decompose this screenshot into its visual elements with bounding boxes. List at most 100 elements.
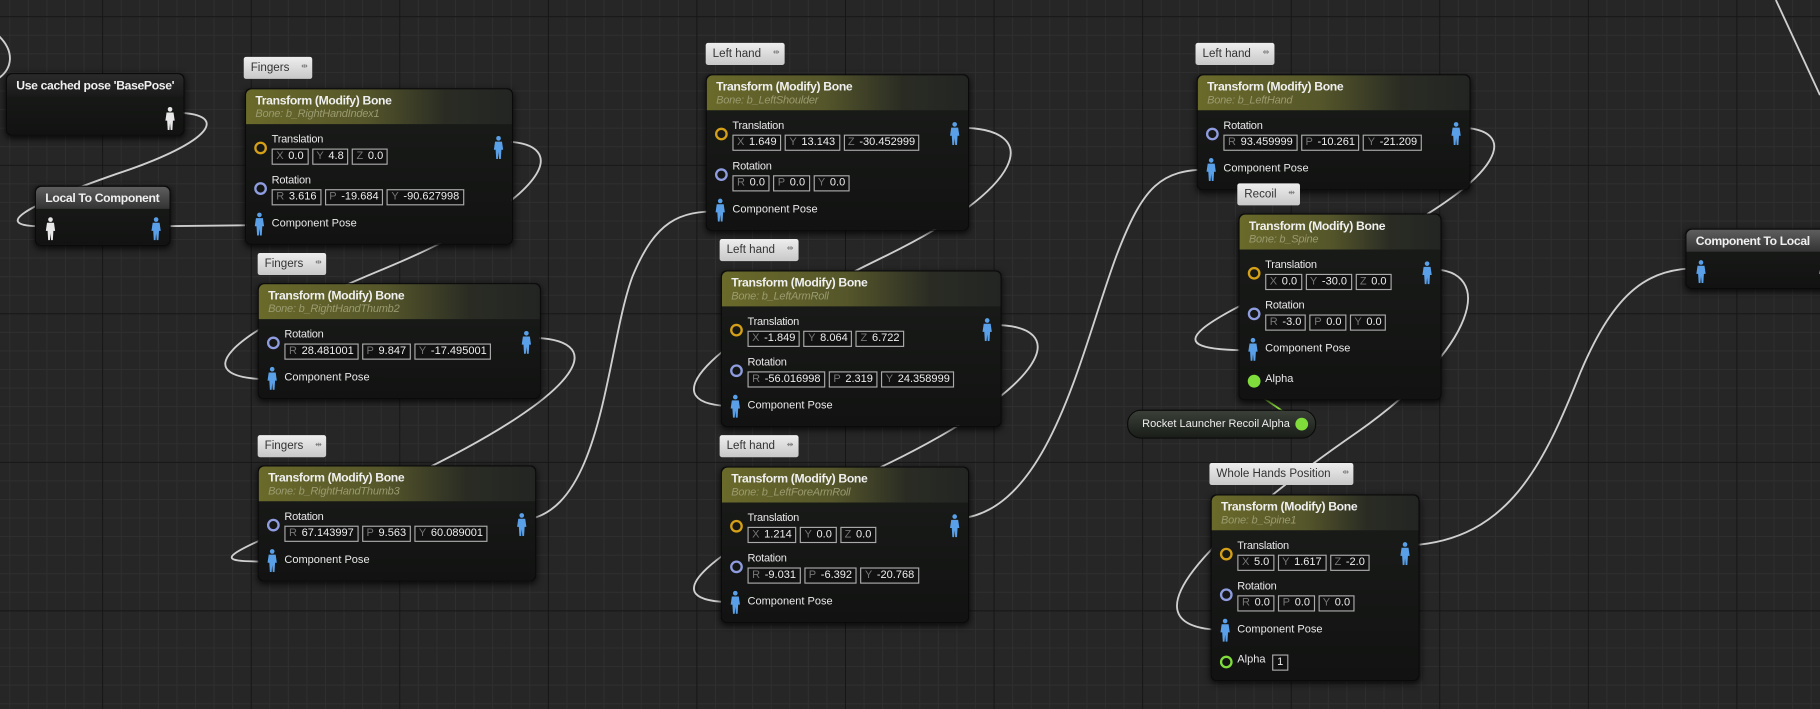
output-pose-pin-icon[interactable] <box>493 135 504 159</box>
rocket-launcher-recoil-alpha-variable[interactable]: Rocket Launcher Recoil Alpha <box>1127 409 1317 439</box>
translation-z-input[interactable]: Z -2.0 <box>1329 554 1370 571</box>
node-comment[interactable]: Whole Hands Position ⇹ <box>1209 462 1354 486</box>
node-comment[interactable]: Left hand ⇹ <box>719 239 799 262</box>
variable-output-pin-icon[interactable] <box>1295 417 1309 431</box>
translation-x-input[interactable]: X 5.0 <box>1237 554 1274 571</box>
transform-modify-bone-node[interactable]: Transform (Modify) Bone Bone: b_RightHand… <box>257 465 537 582</box>
rotation-r-input[interactable]: R 67.143997 <box>284 525 359 542</box>
rotation-pin-icon[interactable] <box>254 182 267 195</box>
rotation-y-input[interactable]: Y -17.495001 <box>414 343 492 360</box>
output-pose-pin-icon[interactable] <box>982 318 992 342</box>
rotation-p-input[interactable]: P 0.0 <box>773 175 810 192</box>
node-comment[interactable]: Left hand ⇹ <box>705 42 785 65</box>
pin-icon[interactable]: ⇹ <box>1342 465 1349 480</box>
transform-modify-bone-node[interactable]: Transform (Modify) Bone Bone: b_Spine1 Tra… <box>1210 494 1420 682</box>
translation-y-input[interactable]: Y 8.064 <box>803 330 853 347</box>
translation-z-input[interactable]: Z 0.0 <box>1355 273 1392 291</box>
output-pose-pin-icon[interactable] <box>949 514 960 538</box>
transform-modify-bone-node[interactable]: Transform (Modify) Bone Bone: b_LeftForeA… <box>720 466 970 624</box>
translation-pin-icon[interactable] <box>1219 547 1233 561</box>
translation-x-input[interactable]: X 0.0 <box>271 148 309 165</box>
rotation-r-input[interactable]: R 0.0 <box>732 175 770 192</box>
alpha-input[interactable]: 1 <box>1272 654 1288 671</box>
pin-icon[interactable]: ⇹ <box>315 437 322 452</box>
pin-icon[interactable]: ⇹ <box>315 255 322 270</box>
rotation-r-input[interactable]: R 3.616 <box>271 189 322 206</box>
person-figure-icon[interactable] <box>730 394 740 418</box>
rotation-p-input[interactable]: P 2.319 <box>828 371 878 388</box>
rotation-y-input[interactable]: Y -21.209 <box>1363 134 1422 151</box>
rotation-pin-icon[interactable] <box>266 518 280 532</box>
node-comment[interactable]: Fingers ⇹ <box>257 252 327 276</box>
rotation-r-input[interactable]: R 28.481001 <box>284 343 359 360</box>
translation-pin-icon[interactable] <box>1247 266 1261 280</box>
rotation-p-input[interactable]: P 0.0 <box>1278 595 1315 612</box>
rotation-pin-icon[interactable] <box>1219 588 1233 602</box>
person-figure-icon[interactable] <box>1248 337 1258 361</box>
rotation-y-input[interactable]: Y 24.358999 <box>881 371 955 388</box>
alpha-pin-icon[interactable] <box>1219 655 1233 669</box>
rotation-p-input[interactable]: P 9.847 <box>361 343 411 360</box>
translation-pin-icon[interactable] <box>254 141 267 155</box>
translation-z-input[interactable]: Z 0.0 <box>839 526 877 544</box>
rotation-p-input[interactable]: P -10.261 <box>1300 134 1360 151</box>
output-component-pose-pin-icon[interactable] <box>151 217 161 241</box>
rotation-pin-icon[interactable] <box>1205 127 1219 141</box>
rotation-p-input[interactable]: P -6.392 <box>804 567 857 584</box>
rotation-r-input[interactable]: R -3.0 <box>1265 314 1307 331</box>
pin-icon[interactable]: ⇹ <box>1288 186 1295 201</box>
pin-icon[interactable]: ⇹ <box>1263 45 1270 60</box>
person-figure-icon[interactable] <box>715 198 725 222</box>
transform-modify-bone-node[interactable]: Transform (Modify) Bone Bone: b_RightHand… <box>257 283 541 400</box>
pin-icon[interactable]: ⇹ <box>787 437 794 452</box>
rotation-pin-icon[interactable] <box>714 168 728 182</box>
translation-y-input[interactable]: Y 13.143 <box>784 134 840 151</box>
node-comment[interactable]: Fingers ⇹ <box>257 435 327 458</box>
rotation-p-input[interactable]: P 9.563 <box>361 525 411 542</box>
node-local-to-component[interactable]: Local To Component <box>34 185 171 247</box>
person-figure-icon[interactable] <box>1220 618 1230 642</box>
rotation-y-input[interactable]: Y -20.768 <box>860 567 919 584</box>
rotation-y-input[interactable]: Y -90.627998 <box>386 189 464 206</box>
input-local-pose-pin-icon[interactable] <box>45 217 56 241</box>
node-comment[interactable]: Left hand ⇹ <box>1195 42 1275 65</box>
output-pose-pin-icon[interactable] <box>1422 261 1432 285</box>
translation-x-input[interactable]: X -1.849 <box>747 330 801 347</box>
node-use-cached-pose-basepose-[interactable]: Use cached pose 'BasePose' <box>5 73 185 136</box>
transform-modify-bone-node[interactable]: Transform (Modify) Bone Bone: b_RightHand… <box>244 88 514 245</box>
alpha-pin-icon[interactable] <box>1247 374 1261 388</box>
translation-y-input[interactable]: Y -30.0 <box>1305 273 1352 291</box>
node-comment[interactable]: Left hand ⇹ <box>719 435 799 458</box>
rotation-y-input[interactable]: Y 0.0 <box>1349 314 1387 331</box>
person-figure-icon[interactable] <box>267 366 277 390</box>
rotation-r-input[interactable]: R 93.459999 <box>1223 134 1298 151</box>
translation-z-input[interactable]: Z -30.452999 <box>843 134 920 151</box>
anim-graph-canvas[interactable]: Fingers ⇹ Transform (Modify) Bone Bone: b_R… <box>0 0 1820 709</box>
translation-x-input[interactable]: X 0.0 <box>1265 273 1302 291</box>
pin-icon[interactable]: ⇹ <box>787 241 794 256</box>
output-local-pose-pin-icon[interactable] <box>165 106 175 130</box>
person-figure-icon[interactable] <box>730 590 740 614</box>
output-pose-pin-icon[interactable] <box>1451 122 1461 146</box>
rotation-pin-icon[interactable] <box>730 560 743 574</box>
person-figure-icon[interactable] <box>1206 158 1216 182</box>
input-component-pose-pin-icon[interactable] <box>1696 260 1706 284</box>
rotation-r-input[interactable]: R -9.031 <box>747 567 801 584</box>
rotation-p-input[interactable]: P -19.684 <box>324 189 384 206</box>
pin-icon[interactable]: ⇹ <box>773 45 780 60</box>
transform-modify-bone-node[interactable]: Transform (Modify) Bone Bone: b_LeftHand R… <box>1196 74 1471 191</box>
rotation-p-input[interactable]: P 0.0 <box>1309 314 1347 331</box>
output-pose-pin-icon[interactable] <box>521 330 532 354</box>
translation-pin-icon[interactable] <box>730 323 743 337</box>
translation-y-input[interactable]: Y 0.0 <box>799 526 837 544</box>
rotation-y-input[interactable]: Y 0.0 <box>813 175 850 192</box>
transform-modify-bone-node[interactable]: Transform (Modify) Bone Bone: b_LeftArmRo… <box>720 270 1002 428</box>
translation-z-input[interactable]: Z 0.0 <box>351 148 388 165</box>
rotation-pin-icon[interactable] <box>1247 307 1261 321</box>
rotation-pin-icon[interactable] <box>730 364 743 378</box>
rotation-r-input[interactable]: R -56.016998 <box>747 371 826 388</box>
person-figure-icon[interactable] <box>254 212 265 236</box>
rotation-y-input[interactable]: Y 60.089001 <box>414 525 488 542</box>
pin-icon[interactable]: ⇹ <box>301 59 308 74</box>
output-pose-pin-icon[interactable] <box>949 122 960 146</box>
